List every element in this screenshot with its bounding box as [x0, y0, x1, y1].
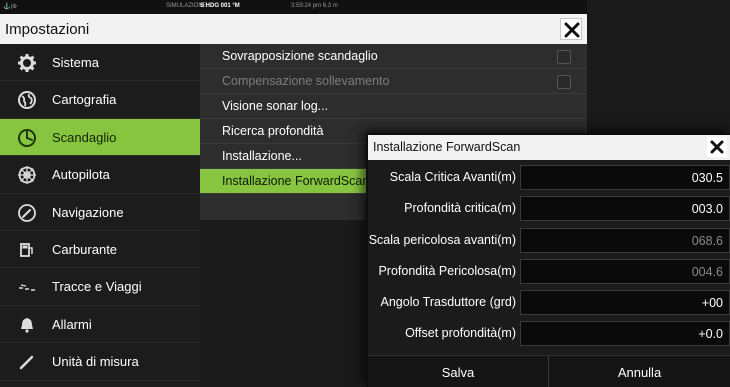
offset-profondita-input[interactable]: +0.0: [520, 321, 730, 347]
field-label: Offset profondità(m): [405, 326, 516, 341]
sidebar-item-navigazione[interactable]: Navigazione: [0, 194, 200, 231]
sidebar-item-label: Navigazione: [52, 204, 124, 220]
gear-icon: [17, 53, 37, 73]
trail-icon: [17, 277, 37, 297]
sidebar-item-sistema[interactable]: Sistema: [0, 44, 200, 82]
status-icons: ⚓|⊕: [3, 4, 18, 10]
bell-icon: [17, 315, 37, 335]
sidebar-item-label: Unità di misura: [52, 354, 139, 370]
dialog-close-button[interactable]: [707, 137, 727, 157]
menu-item-compensazione: Compensazione sollevamento: [200, 69, 587, 94]
sidebar-item-allarmi[interactable]: Allarmi: [0, 306, 200, 344]
profondita-critica-input[interactable]: 003.0: [520, 196, 730, 222]
settings-sidebar: Sistema Cartografia Scandaglio Autopilot…: [0, 44, 200, 387]
menu-item-label: Installazione ForwardScan...: [222, 174, 380, 188]
menu-item-label: Ricerca profondità: [222, 124, 324, 138]
sidebar-item-unita-di-misura[interactable]: Unità di misura: [0, 343, 200, 381]
field-row-profondita-critica: Profondità critica(m) 003.0: [368, 193, 730, 224]
sonar-icon: [17, 128, 37, 148]
ruler-icon: [17, 352, 37, 372]
angolo-trasduttore-input[interactable]: +00: [520, 290, 730, 316]
sidebar-item-autopilota[interactable]: Autopilota: [0, 156, 200, 194]
settings-close-button[interactable]: [560, 18, 582, 40]
sidebar-item-label: Autopilota: [52, 167, 110, 183]
heading-readout: S HDG 001 °M: [200, 3, 240, 9]
sidebar-item-carburante[interactable]: Carburante: [0, 231, 200, 269]
menu-item-label: Installazione...: [222, 149, 302, 163]
status-bar: ⚓|⊕ SIMULAZIONE... S HDG 001 °M 3:59:24 …: [0, 0, 587, 14]
close-icon: [564, 22, 580, 38]
dialog-fields: Scala Critica Avanti(m) 030.5 Profondità…: [368, 162, 730, 350]
sidebar-item-label: Scandaglio: [52, 129, 117, 145]
profondita-pericolosa-input[interactable]: 004.6: [520, 258, 730, 284]
field-row-offset-profondita: Offset profondità(m) +0.0: [368, 318, 730, 349]
save-button[interactable]: Salva: [368, 356, 549, 387]
sidebar-item-label: Cartografia: [52, 92, 117, 108]
forwardscan-dialog: Installazione ForwardScan Scala Critica …: [366, 133, 730, 387]
compensazione-checkbox: [557, 75, 571, 89]
menu-item-label: Visione sonar log...: [222, 99, 329, 113]
compass-icon: [17, 203, 37, 223]
field-row-scala-critica: Scala Critica Avanti(m) 030.5: [368, 162, 730, 193]
sidebar-item-tracce-e-viaggi[interactable]: Tracce e Viaggi: [0, 268, 200, 306]
sidebar-item-cartografia[interactable]: Cartografia: [0, 81, 200, 119]
globe-icon: [17, 90, 37, 110]
field-row-profondita-pericolosa: Profondità Pericolosa(m) 004.6: [368, 256, 730, 287]
helm-icon: [17, 165, 37, 185]
time-depth-readout: 3:59:24 pm 6.3 m: [291, 3, 338, 9]
sidebar-item-label: Tracce e Viaggi: [52, 279, 142, 295]
menu-item-sovrapposizione[interactable]: Sovrapposizione scandaglio: [200, 44, 587, 69]
scala-critica-input[interactable]: 030.5: [520, 165, 730, 190]
scala-pericolosa-input[interactable]: 068.6: [520, 227, 730, 253]
field-label: Profondità Pericolosa(m): [378, 263, 516, 278]
menu-item-label: Sovrapposizione scandaglio: [222, 49, 378, 63]
sidebar-item-label: Sistema: [52, 55, 99, 70]
menu-item-label: Compensazione sollevamento: [222, 74, 390, 88]
fuel-pump-icon: [17, 240, 37, 260]
sidebar-item-label: Allarmi: [52, 316, 92, 332]
window-title: Impostazioni: [5, 21, 90, 38]
sovrapposizione-checkbox[interactable]: [557, 50, 571, 64]
settings-title-bar: Impostazioni: [0, 14, 587, 44]
field-label: Scala Critica Avanti(m): [389, 170, 516, 184]
menu-item-visione-sonar-log[interactable]: Visione sonar log...: [200, 94, 587, 119]
field-label: Scala pericolosa avanti(m): [368, 232, 516, 247]
sidebar-item-scandaglio[interactable]: Scandaglio: [0, 118, 200, 157]
close-icon: [710, 140, 724, 154]
field-label: Angolo Trasduttore (grd): [380, 295, 517, 310]
field-row-scala-pericolosa: Scala pericolosa avanti(m) 068.6: [368, 225, 730, 256]
sidebar-item-label: Carburante: [52, 241, 118, 257]
dialog-title-bar: Installazione ForwardScan: [368, 135, 730, 160]
cancel-button[interactable]: Annulla: [549, 356, 730, 387]
field-label: Profondità critica(m): [404, 201, 516, 216]
field-row-angolo-trasduttore: Angolo Trasduttore (grd) +00: [368, 287, 730, 318]
dialog-buttons: Salva Annulla: [368, 355, 730, 387]
dialog-title: Installazione ForwardScan: [373, 140, 521, 154]
